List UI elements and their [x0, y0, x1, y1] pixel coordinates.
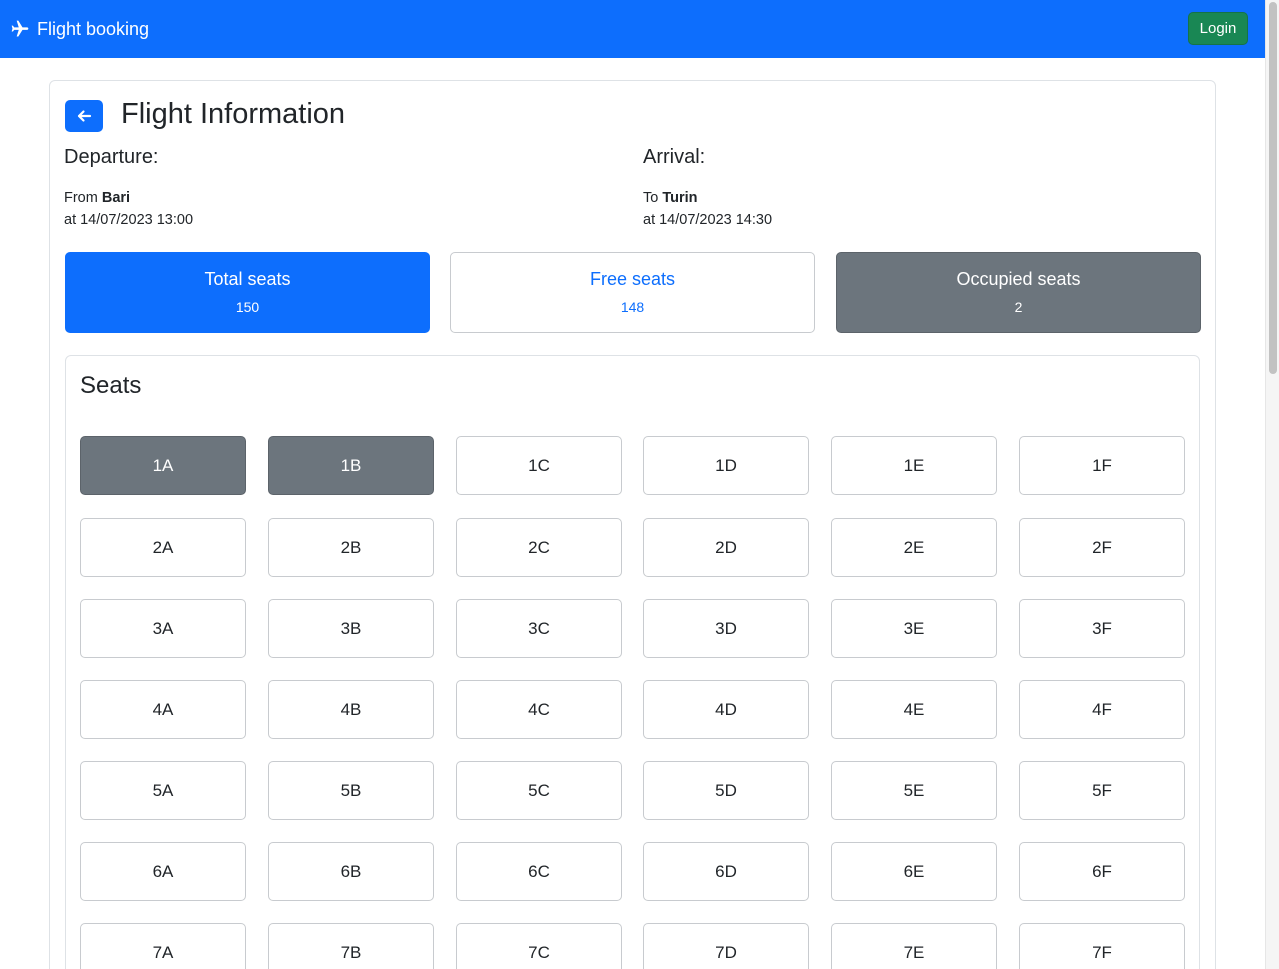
seat-button[interactable]: 1A [80, 436, 246, 495]
arrival-to: To Turin [643, 188, 698, 208]
airplane-icon [11, 20, 29, 37]
arrow-left-icon [77, 110, 92, 122]
seat-button[interactable]: 7D [643, 923, 809, 969]
seat-button[interactable]: 3C [456, 599, 622, 658]
seat-button[interactable]: 6A [80, 842, 246, 901]
seat-button[interactable]: 3A [80, 599, 246, 658]
seat-button[interactable]: 5E [831, 761, 997, 820]
seat-button[interactable]: 6C [456, 842, 622, 901]
seat-button[interactable]: 3F [1019, 599, 1185, 658]
seat-button[interactable]: 2C [456, 518, 622, 577]
seat-button[interactable]: 2E [831, 518, 997, 577]
seat-button[interactable]: 1F [1019, 436, 1185, 495]
seat-button[interactable]: 7B [268, 923, 434, 969]
departure-from: From Bari [64, 188, 130, 208]
page-title: Flight Information [121, 98, 346, 130]
seat-button[interactable]: 1B [268, 436, 434, 495]
departure-datetime: at 14/07/2023 13:00 [64, 212, 194, 228]
from-prefix: From [64, 190, 98, 206]
seat-button[interactable]: 1E [831, 436, 997, 495]
to-prefix: To [643, 190, 659, 206]
seat-button[interactable]: 4B [268, 680, 434, 739]
occupied-seats-button[interactable]: Occupied seats 2 [836, 252, 1201, 333]
back-button[interactable] [65, 100, 103, 132]
seat-button[interactable]: 2A [80, 518, 246, 577]
brand-label: Flight booking [37, 18, 150, 39]
seat-button[interactable]: 7F [1019, 923, 1185, 969]
free-seats-count: 148 [620, 299, 645, 315]
seat-button[interactable]: 7C [456, 923, 622, 969]
seats-title: Seats [80, 372, 142, 399]
seat-button[interactable]: 5C [456, 761, 622, 820]
seat-button[interactable]: 7A [80, 923, 246, 969]
departure-heading: Departure: [64, 146, 159, 168]
seat-button[interactable]: 4D [643, 680, 809, 739]
total-seats-label: Total seats [204, 269, 291, 289]
seat-button[interactable]: 5F [1019, 761, 1185, 820]
navbar-brand[interactable]: Flight booking [10, 17, 149, 41]
seat-button[interactable]: 5B [268, 761, 434, 820]
occupied-seats-count: 2 [1014, 299, 1023, 315]
login-button[interactable]: Login [1188, 12, 1248, 45]
free-seats-label: Free seats [589, 269, 676, 289]
seat-button[interactable]: 4E [831, 680, 997, 739]
arrival-heading: Arrival: [643, 146, 706, 168]
seat-button[interactable]: 6E [831, 842, 997, 901]
total-seats-count: 150 [235, 299, 260, 315]
arrival-city: Turin [662, 190, 698, 206]
seat-button[interactable]: 7E [831, 923, 997, 969]
seat-button[interactable]: 3B [268, 599, 434, 658]
seat-button[interactable]: 4A [80, 680, 246, 739]
seat-button[interactable]: 4F [1019, 680, 1185, 739]
seat-button[interactable]: 1C [456, 436, 622, 495]
seat-button[interactable]: 1D [643, 436, 809, 495]
seat-button[interactable]: 4C [456, 680, 622, 739]
seat-button[interactable]: 2D [643, 518, 809, 577]
free-seats-button[interactable]: Free seats 148 [450, 252, 815, 333]
seat-button[interactable]: 2B [268, 518, 434, 577]
total-seats-button[interactable]: Total seats 150 [65, 252, 430, 333]
departure-city: Bari [101, 190, 131, 206]
seat-button[interactable]: 6F [1019, 842, 1185, 901]
seat-button[interactable]: 6D [643, 842, 809, 901]
seat-button[interactable]: 6B [268, 842, 434, 901]
seat-button[interactable]: 2F [1019, 518, 1185, 577]
seat-button[interactable]: 3D [643, 599, 809, 658]
seat-button[interactable]: 3E [831, 599, 997, 658]
seat-button[interactable]: 5D [643, 761, 809, 820]
arrival-datetime: at 14/07/2023 14:30 [643, 212, 773, 228]
navbar: Flight booking Login [0, 0, 1265, 58]
occupied-seats-label: Occupied seats [956, 269, 1081, 289]
scrollbar-thumb[interactable] [1269, 2, 1277, 374]
scrollbar[interactable] [1265, 0, 1279, 969]
seat-button[interactable]: 5A [80, 761, 246, 820]
